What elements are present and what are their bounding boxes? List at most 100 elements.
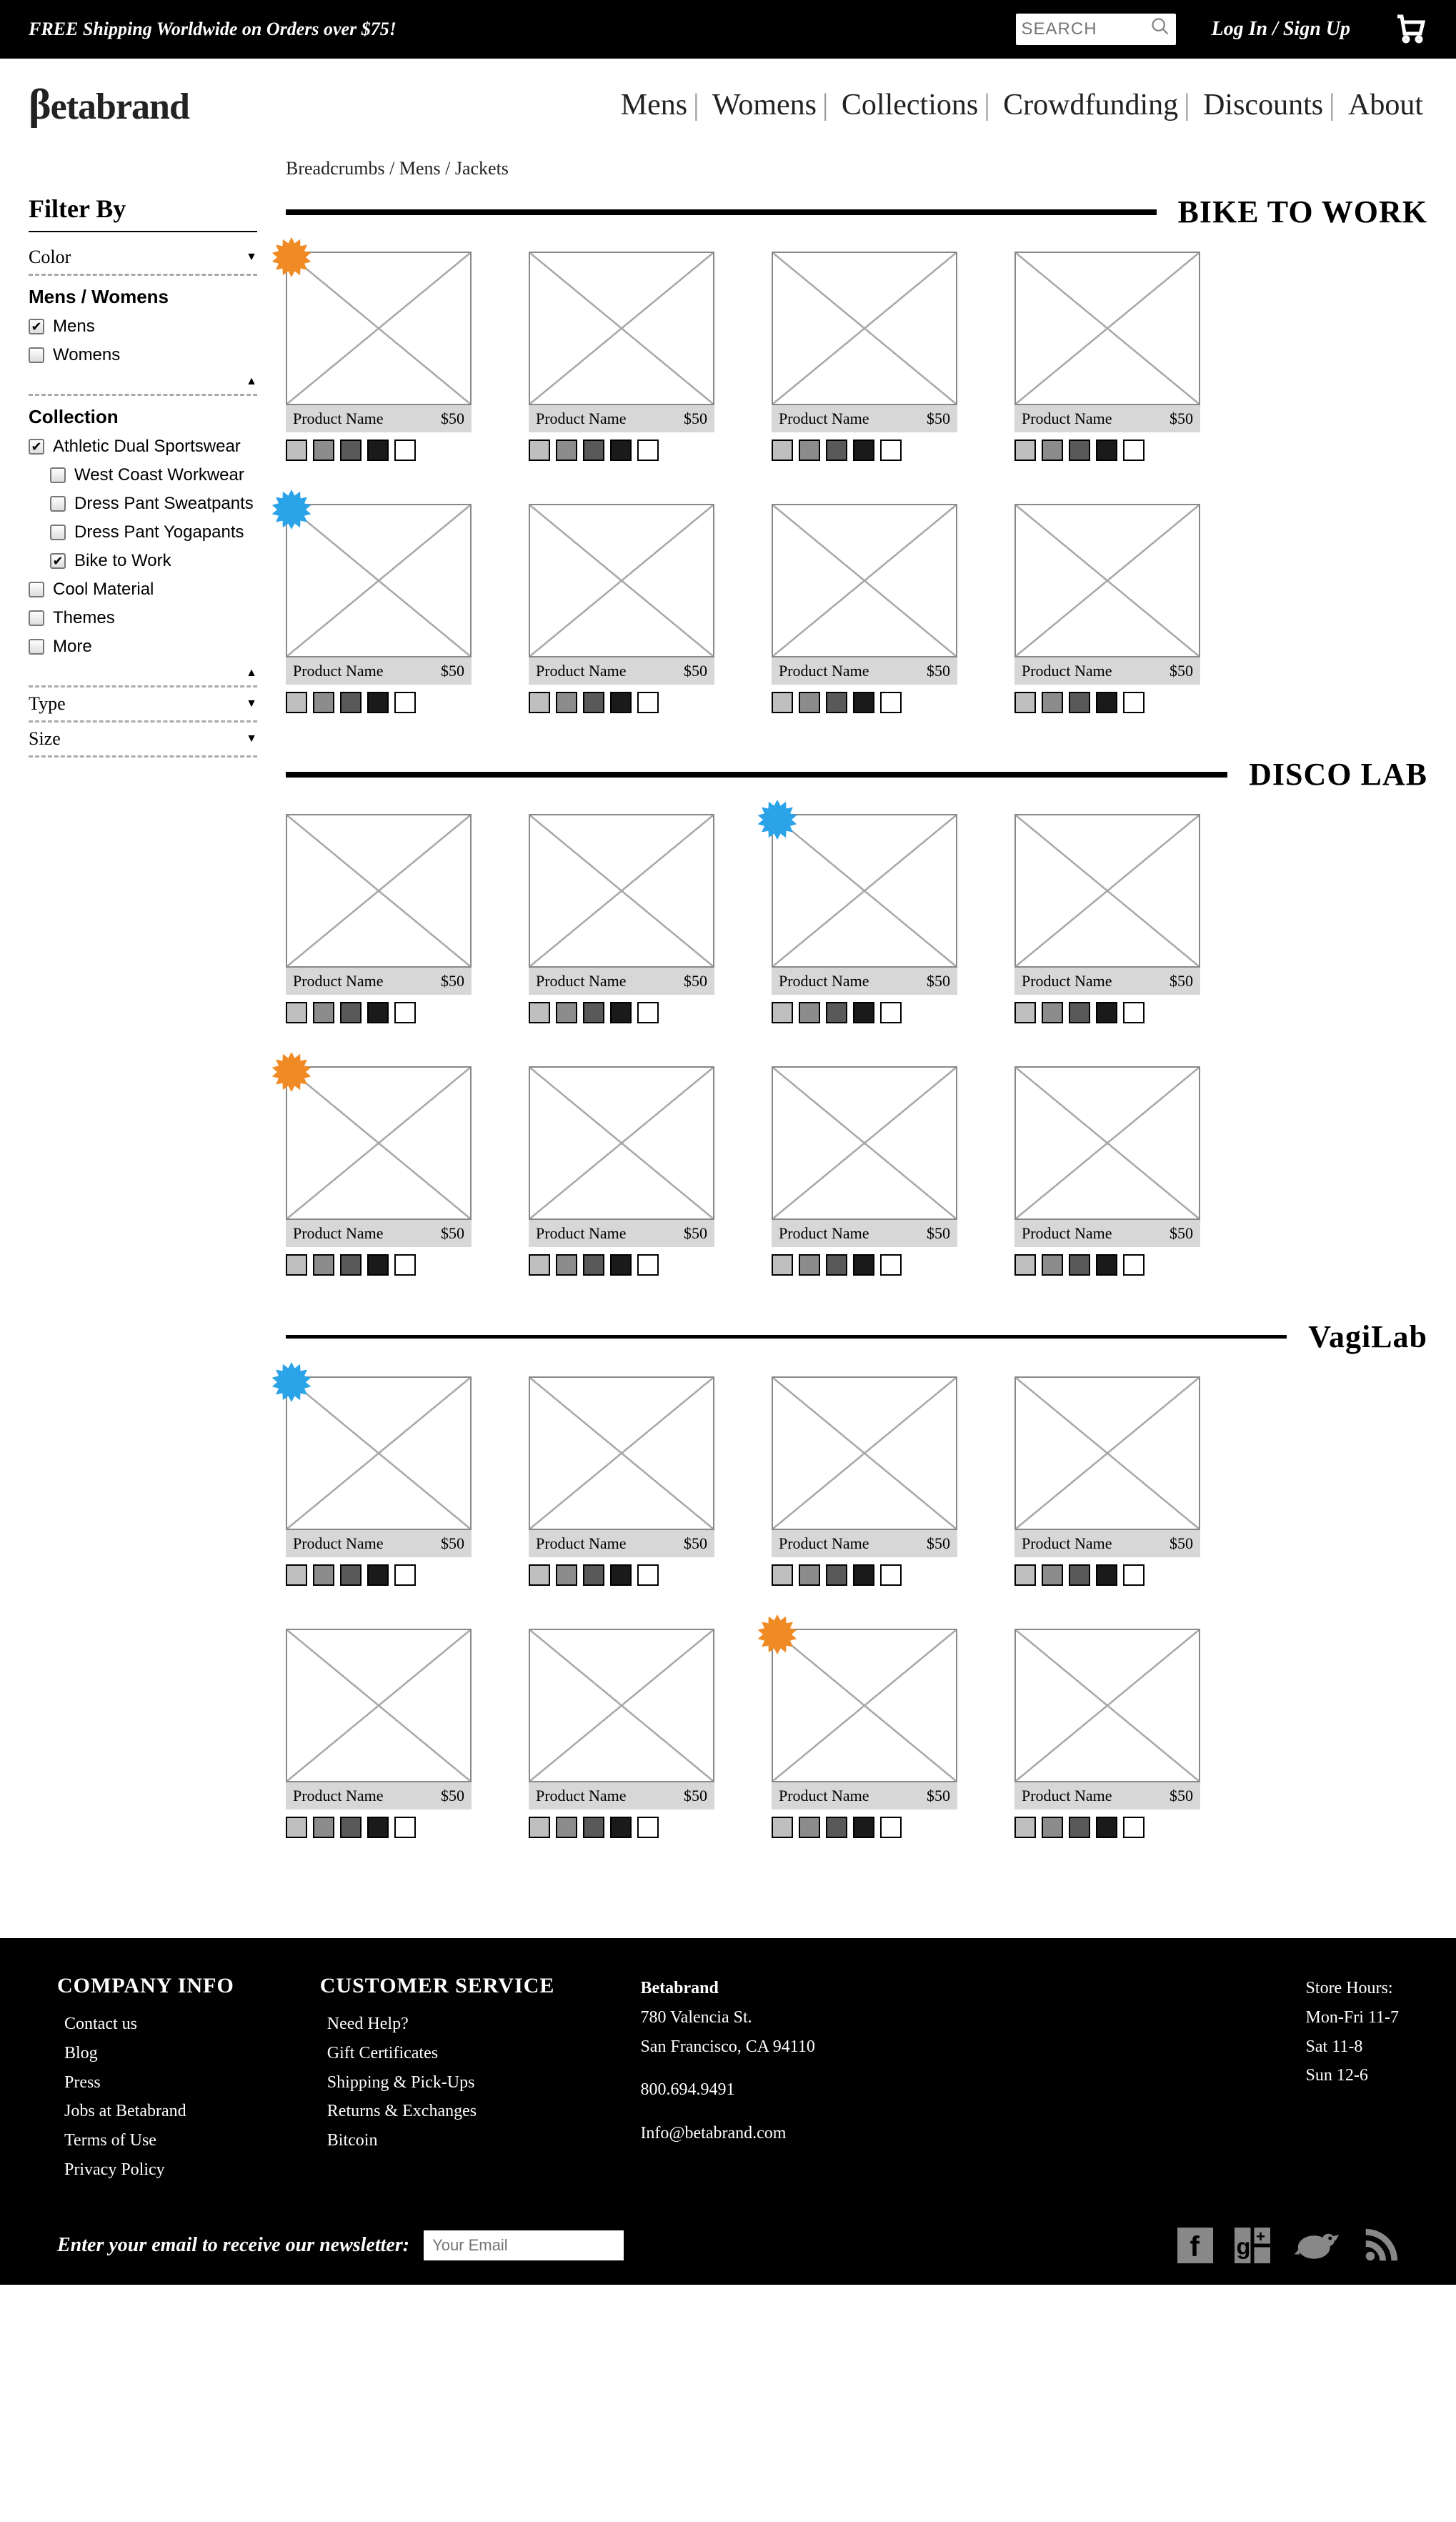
search-box[interactable] bbox=[1016, 14, 1176, 45]
twitter-icon[interactable] bbox=[1292, 2228, 1342, 2263]
nav-discounts[interactable]: Discounts bbox=[1199, 89, 1327, 121]
color-swatch[interactable] bbox=[1014, 1817, 1036, 1838]
color-swatch[interactable] bbox=[1069, 1002, 1090, 1023]
color-swatch[interactable] bbox=[799, 1254, 820, 1276]
color-swatch[interactable] bbox=[853, 440, 874, 461]
footer-link[interactable]: Bitcoin bbox=[320, 2126, 555, 2155]
color-swatch[interactable] bbox=[313, 1254, 334, 1276]
product-card[interactable]: Product Name $50 bbox=[1014, 252, 1200, 461]
product-card[interactable]: Product Name $50 bbox=[772, 504, 957, 713]
filter-collection-item[interactable]: Cool Material bbox=[29, 575, 257, 604]
color-swatch[interactable] bbox=[826, 440, 847, 461]
color-swatch[interactable] bbox=[583, 1817, 604, 1838]
cart-icon[interactable] bbox=[1393, 11, 1427, 49]
footer-link[interactable]: Returns & Exchanges bbox=[320, 2097, 555, 2126]
product-image-placeholder[interactable] bbox=[772, 814, 957, 968]
color-swatch[interactable] bbox=[772, 440, 793, 461]
search-icon[interactable] bbox=[1150, 16, 1170, 42]
product-image-placeholder[interactable] bbox=[286, 1376, 472, 1530]
color-swatch[interactable] bbox=[853, 1002, 874, 1023]
color-swatch[interactable] bbox=[610, 1002, 632, 1023]
color-swatch[interactable] bbox=[556, 1002, 577, 1023]
filter-collection-item[interactable]: Bike to Work bbox=[29, 547, 257, 575]
color-swatch[interactable] bbox=[1069, 692, 1090, 713]
color-swatch[interactable] bbox=[1014, 692, 1036, 713]
color-swatch[interactable] bbox=[637, 1817, 659, 1838]
color-swatch[interactable] bbox=[394, 692, 416, 713]
color-swatch[interactable] bbox=[1042, 1817, 1063, 1838]
color-swatch[interactable] bbox=[556, 1817, 577, 1838]
color-swatch[interactable] bbox=[313, 1564, 334, 1586]
color-swatch[interactable] bbox=[394, 1564, 416, 1586]
product-card[interactable]: Product Name $50 bbox=[529, 504, 714, 713]
color-swatch[interactable] bbox=[313, 1002, 334, 1023]
google-plus-icon[interactable]: g+ bbox=[1235, 2228, 1270, 2263]
color-swatch[interactable] bbox=[529, 692, 550, 713]
filter-collection-item[interactable]: Dress Pant Sweatpants bbox=[29, 490, 257, 518]
color-swatch[interactable] bbox=[1123, 1254, 1145, 1276]
product-image-placeholder[interactable] bbox=[286, 504, 472, 657]
checkbox-icon[interactable] bbox=[50, 467, 66, 483]
footer-link[interactable]: Shipping & Pick-Ups bbox=[320, 2068, 555, 2097]
color-swatch[interactable] bbox=[1123, 692, 1145, 713]
product-card[interactable]: Product Name $50 bbox=[529, 252, 714, 461]
color-swatch[interactable] bbox=[1069, 1254, 1090, 1276]
product-card[interactable]: Product Name $50 bbox=[286, 504, 472, 713]
color-swatch[interactable] bbox=[1042, 1002, 1063, 1023]
product-card[interactable]: Product Name $50 bbox=[286, 1066, 472, 1276]
filter-collection-item[interactable]: Athletic Dual Sportswear bbox=[29, 432, 257, 461]
color-swatch[interactable] bbox=[799, 1002, 820, 1023]
color-swatch[interactable] bbox=[1042, 440, 1063, 461]
product-image-placeholder[interactable] bbox=[1014, 1066, 1200, 1220]
color-swatch[interactable] bbox=[367, 1817, 389, 1838]
color-swatch[interactable] bbox=[880, 1817, 902, 1838]
color-swatch[interactable] bbox=[610, 1817, 632, 1838]
color-swatch[interactable] bbox=[610, 440, 632, 461]
color-swatch[interactable] bbox=[583, 1564, 604, 1586]
product-card[interactable]: Product Name $50 bbox=[529, 1376, 714, 1586]
nav-crowdfunding[interactable]: Crowdfunding bbox=[999, 89, 1182, 121]
color-swatch[interactable] bbox=[772, 1254, 793, 1276]
product-image-placeholder[interactable] bbox=[772, 1629, 957, 1782]
product-image-placeholder[interactable] bbox=[1014, 1629, 1200, 1782]
checkbox-icon[interactable] bbox=[50, 496, 66, 512]
footer-email[interactable]: Info@betabrand.com bbox=[640, 2119, 814, 2148]
color-swatch[interactable] bbox=[1096, 1002, 1117, 1023]
color-swatch[interactable] bbox=[610, 692, 632, 713]
color-swatch[interactable] bbox=[583, 1254, 604, 1276]
color-swatch[interactable] bbox=[1042, 692, 1063, 713]
color-swatch[interactable] bbox=[1069, 440, 1090, 461]
color-swatch[interactable] bbox=[583, 692, 604, 713]
color-swatch[interactable] bbox=[1069, 1564, 1090, 1586]
product-card[interactable]: Product Name $50 bbox=[1014, 1629, 1200, 1838]
product-card[interactable]: Product Name $50 bbox=[286, 1376, 472, 1586]
product-image-placeholder[interactable] bbox=[1014, 504, 1200, 657]
product-card[interactable]: Product Name $50 bbox=[529, 814, 714, 1023]
color-swatch[interactable] bbox=[826, 1564, 847, 1586]
checkbox-icon[interactable] bbox=[29, 347, 44, 363]
color-swatch[interactable] bbox=[556, 692, 577, 713]
color-swatch[interactable] bbox=[1123, 440, 1145, 461]
product-image-placeholder[interactable] bbox=[286, 1066, 472, 1220]
product-card[interactable]: Product Name $50 bbox=[1014, 1066, 1200, 1276]
color-swatch[interactable] bbox=[880, 1254, 902, 1276]
login-link[interactable]: Log In / Sign Up bbox=[1212, 18, 1351, 41]
product-card[interactable]: Product Name $50 bbox=[286, 814, 472, 1023]
product-card[interactable]: Product Name $50 bbox=[772, 252, 957, 461]
color-swatch[interactable] bbox=[367, 692, 389, 713]
nav-about[interactable]: About bbox=[1344, 89, 1427, 121]
color-swatch[interactable] bbox=[286, 1254, 307, 1276]
product-card[interactable]: Product Name $50 bbox=[772, 1066, 957, 1276]
color-swatch[interactable] bbox=[637, 1564, 659, 1586]
color-swatch[interactable] bbox=[880, 1002, 902, 1023]
nav-collections[interactable]: Collections bbox=[837, 89, 982, 121]
color-swatch[interactable] bbox=[367, 1002, 389, 1023]
filter-type[interactable]: Type▼ bbox=[29, 687, 257, 723]
filter-color[interactable]: Color▼ bbox=[29, 241, 257, 276]
color-swatch[interactable] bbox=[826, 692, 847, 713]
filter-size[interactable]: Size▼ bbox=[29, 723, 257, 758]
color-swatch[interactable] bbox=[853, 692, 874, 713]
color-swatch[interactable] bbox=[799, 692, 820, 713]
color-swatch[interactable] bbox=[1096, 1254, 1117, 1276]
color-swatch[interactable] bbox=[367, 1564, 389, 1586]
